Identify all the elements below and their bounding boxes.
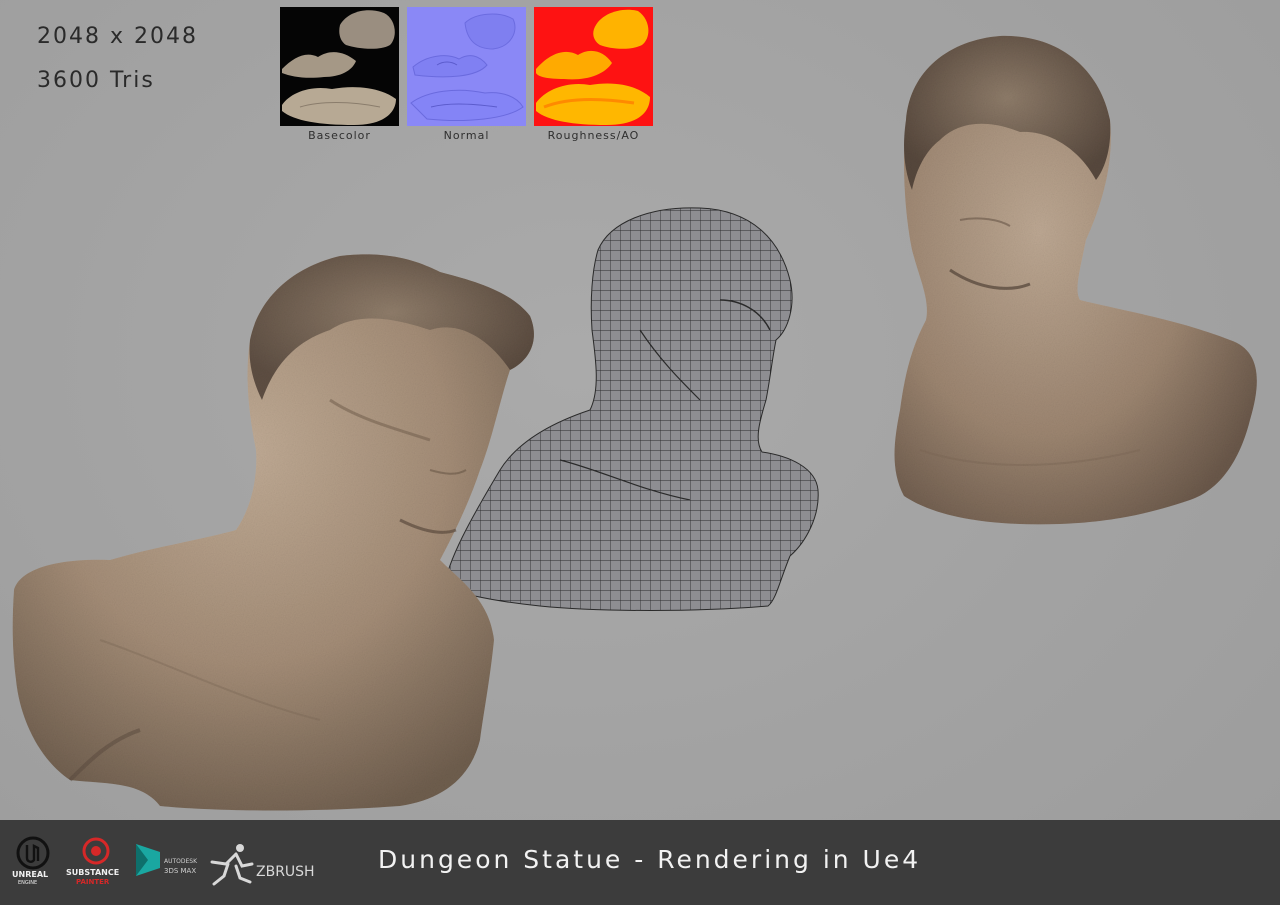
3ds-max-icon <box>136 844 160 876</box>
substance-logo-text: SUBSTANCE <box>66 868 120 877</box>
statue-bust-side <box>894 35 1257 525</box>
wireframe-bust <box>443 207 819 611</box>
substance-painter-logo: SUBSTANCE PAINTER <box>66 836 126 886</box>
footer-title: Dungeon Statue - Rendering in Ue4 <box>378 845 922 874</box>
unreal-engine-logo: UNREAL ENGINE <box>12 836 54 886</box>
unreal-logo-text: UNREAL <box>12 870 49 879</box>
substance-icon <box>82 837 110 865</box>
3ds-max-logo: AUTODESK 3DS MAX <box>134 840 200 884</box>
zbrush-logo-text: ZBRUSH <box>256 864 315 880</box>
unreal-logo-subtext: ENGINE <box>18 880 38 886</box>
zbrush-logo: ZBRUSH <box>206 842 326 886</box>
3ds-max-logo-subtext: 3DS MAX <box>164 867 197 875</box>
substance-logo-subtext: PAINTER <box>76 878 110 886</box>
zbrush-runner-icon <box>210 844 254 886</box>
3ds-max-logo-text: AUTODESK <box>164 858 198 865</box>
unreal-icon <box>16 836 50 870</box>
statue-bust-front <box>12 254 534 811</box>
model-renders <box>12 35 1257 811</box>
